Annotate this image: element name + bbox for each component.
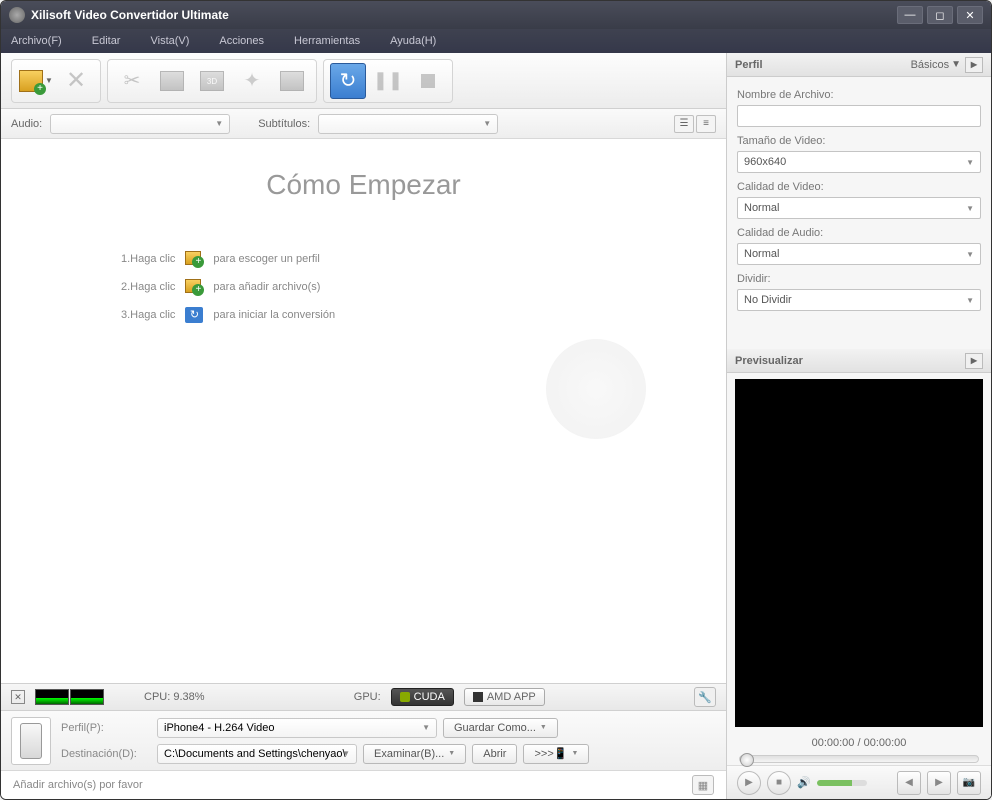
volume-slider[interactable] — [817, 780, 867, 786]
convert-button[interactable]: ↻ — [330, 63, 366, 99]
maximize-button[interactable]: ◻ — [927, 6, 953, 24]
send-to-device-button[interactable]: >>>📱 — [523, 744, 589, 764]
cut-button[interactable]: ✂ — [114, 63, 150, 99]
audio-quality-select[interactable]: Normal — [737, 243, 981, 265]
video-quality-label: Calidad de Video: — [737, 181, 981, 193]
video-preview — [735, 379, 983, 727]
perfil-panel: Nombre de Archivo: Tamaño de Video: 960x… — [727, 77, 991, 319]
clip-button[interactable] — [154, 63, 190, 99]
gpu-label: GPU: — [354, 691, 381, 703]
menu-help[interactable]: Ayuda(H) — [390, 35, 436, 47]
getting-started-title: Cómo Empezar — [61, 169, 666, 201]
subtitle-select[interactable] — [318, 114, 498, 134]
cpu-row: ✕ CPU: 9.38% GPU: CUDA AMD APP 🔧 — [1, 683, 726, 711]
device-icon: 📱 — [554, 747, 568, 760]
dest-label: Destinación(D): — [61, 748, 151, 760]
cpu-meter — [35, 689, 104, 705]
split-label: Dividir: — [737, 273, 981, 285]
video-size-label: Tamaño de Video: — [737, 135, 981, 147]
play-button[interactable]: ▶ — [737, 771, 761, 795]
snapshot-button[interactable]: 📷 — [957, 771, 981, 795]
stop-preview-button[interactable]: ■ — [767, 771, 791, 795]
preview-expand-button[interactable]: ▶ — [965, 353, 983, 369]
video-quality-select[interactable]: Normal — [737, 197, 981, 219]
window-title: Xilisoft Video Convertidor Ultimate — [31, 8, 897, 22]
seek-slider[interactable] — [739, 755, 979, 763]
preview-panel-head: Previsualizar ▶ — [727, 349, 991, 373]
view-list-button[interactable]: ☰ — [674, 115, 694, 133]
view-detail-button[interactable]: ≡ — [696, 115, 716, 133]
filename-label: Nombre de Archivo: — [737, 89, 981, 101]
stop-button[interactable] — [410, 63, 446, 99]
convert-icon: ↻ — [185, 307, 203, 323]
timecode: 00:00:00 / 00:00:00 — [727, 737, 991, 749]
open-button[interactable]: Abrir — [472, 744, 517, 764]
profile-row: Perfil(P): iPhone4 - H.264 Video Guardar… — [1, 711, 726, 771]
main-canvas: Cómo Empezar 1.Haga clic para escoger un… — [1, 139, 726, 683]
audio-label: Audio: — [11, 118, 42, 130]
browse-button[interactable]: Examinar(B)... — [363, 744, 466, 764]
subtitle-label: Subtítulos: — [258, 118, 310, 130]
preview-panel: 00:00:00 / 00:00:00 ▶ ■ 🔊 ◀ ▶ 📷 — [727, 373, 991, 799]
titlebar: Xilisoft Video Convertidor Ultimate — ◻ … — [1, 1, 991, 29]
amd-chip[interactable]: AMD APP — [464, 688, 545, 706]
save-as-button[interactable]: Guardar Como... — [443, 718, 558, 738]
audio-subtitle-row: Audio: Subtítulos: ☰ ≡ — [1, 109, 726, 139]
perfil-expand-button[interactable]: ▶ — [965, 57, 983, 73]
merge-button[interactable] — [274, 63, 310, 99]
effects-button[interactable]: ✦ — [234, 63, 270, 99]
menu-view[interactable]: Vista(V) — [150, 35, 189, 47]
menubar: Archivo(F) Editar Vista(V) Acciones Herr… — [1, 29, 991, 53]
filename-input[interactable] — [737, 105, 981, 127]
step-3: 3.Haga clic ↻ para iniciar la conversión — [121, 307, 666, 323]
perfil-panel-head: Perfil Básicos ▼ ▶ — [727, 53, 991, 77]
app-logo-icon — [9, 7, 25, 23]
status-text: Añadir archivo(s) por favor — [13, 779, 143, 791]
status-bar: Añadir archivo(s) por favor ▦ — [1, 771, 726, 799]
menu-file[interactable]: Archivo(F) — [11, 35, 62, 47]
audio-quality-label: Calidad de Audio: — [737, 227, 981, 239]
cuda-chip[interactable]: CUDA — [391, 688, 454, 706]
minimize-button[interactable]: — — [897, 6, 923, 24]
menu-actions[interactable]: Acciones — [219, 35, 264, 47]
basicos-tab[interactable]: Básicos ▼ — [911, 59, 961, 71]
perfil-select[interactable]: iPhone4 - H.264 Video — [157, 718, 437, 738]
volume-icon[interactable]: 🔊 — [797, 776, 811, 789]
3d-button[interactable]: 3D — [194, 63, 230, 99]
profile-icon — [185, 251, 203, 267]
settings-wrench-button[interactable]: 🔧 — [694, 687, 716, 707]
add-file-button[interactable]: ▼ — [18, 63, 54, 99]
prev-frame-button[interactable]: ◀ — [897, 771, 921, 795]
device-thumbnail — [11, 717, 51, 765]
step-2: 2.Haga clic para añadir archivo(s) — [121, 279, 666, 295]
cpu-label: CPU: 9.38% — [144, 691, 205, 703]
preview-controls: ▶ ■ 🔊 ◀ ▶ 📷 — [727, 765, 991, 799]
perfil-label: Perfil(P): — [61, 722, 151, 734]
column-settings-button[interactable]: ▦ — [692, 775, 714, 795]
remove-button[interactable]: ✕ — [58, 63, 94, 99]
step-1: 1.Haga clic para escoger un perfil — [121, 251, 666, 267]
film-reel-watermark-icon — [546, 339, 646, 439]
pause-button[interactable]: ❚❚ — [370, 63, 406, 99]
close-button[interactable]: ✕ — [957, 6, 983, 24]
menu-tools[interactable]: Herramientas — [294, 35, 360, 47]
split-select[interactable]: No Dividir — [737, 289, 981, 311]
next-frame-button[interactable]: ▶ — [927, 771, 951, 795]
add-file-icon — [185, 279, 203, 295]
menu-edit[interactable]: Editar — [92, 35, 121, 47]
cpu-close-button[interactable]: ✕ — [11, 690, 25, 704]
dest-select[interactable]: C:\Documents and Settings\chenyao\ — [157, 744, 357, 764]
audio-select[interactable] — [50, 114, 230, 134]
video-size-select[interactable]: 960x640 — [737, 151, 981, 173]
toolbar: ▼ ✕ ✂ 3D ✦ ↻ ❚❚ — [1, 53, 726, 109]
